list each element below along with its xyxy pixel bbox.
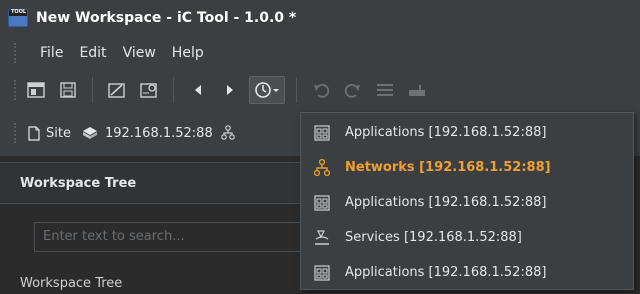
toolbar-separator: [296, 77, 297, 103]
panel-title: Workspace Tree: [20, 175, 137, 191]
window-title: New Workspace - iC Tool - 1.0.0 *: [36, 10, 297, 26]
breadcrumb-grip: [14, 123, 20, 143]
history-item-label: Applications [192.168.1.52:88]: [345, 195, 547, 210]
services-icon: [307, 229, 337, 247]
history-item-selected[interactable]: Networks [192.168.1.52:88]: [301, 150, 633, 185]
applications-icon: [307, 194, 337, 211]
history-item-label: Services [192.168.1.52:88]: [345, 230, 522, 245]
menu-bar: File Edit View Help: [0, 36, 640, 70]
toolbar-separator: [173, 77, 174, 103]
history-item-label: Applications [192.168.1.52:88]: [345, 265, 547, 280]
menu-help[interactable]: Help: [172, 45, 204, 61]
toolbar-grip: [14, 80, 20, 100]
device-box-icon: [82, 127, 97, 139]
menu-view[interactable]: View: [123, 45, 156, 61]
breadcrumb-site-label: Site: [46, 125, 71, 141]
history-item[interactable]: Applications [192.168.1.52:88]: [301, 185, 633, 220]
save-icon[interactable]: [55, 77, 81, 103]
settings-window-icon[interactable]: [136, 77, 162, 103]
title-bar: TOOL New Workspace - iC Tool - 1.0.0 *: [0, 0, 640, 36]
history-dropdown-menu: Applications [192.168.1.52:88] Networks …: [300, 112, 634, 290]
breadcrumb-device[interactable]: 192.168.1.52:88: [81, 126, 213, 141]
toolbar-separator: [92, 77, 93, 103]
menu-file[interactable]: File: [40, 45, 63, 61]
redo-icon[interactable]: [340, 77, 366, 103]
edit-chart-icon[interactable]: [104, 77, 130, 103]
history-item-label: Networks [192.168.1.52:88]: [345, 160, 551, 175]
breadcrumb-networks-icon[interactable]: [220, 125, 241, 141]
applications-icon: [307, 264, 337, 281]
panel-header: Workspace Tree: [0, 162, 310, 204]
history-item[interactable]: Applications [192.168.1.52:88]: [301, 255, 633, 290]
toolbar: [0, 70, 640, 110]
history-item-label: Applications [192.168.1.52:88]: [345, 125, 547, 140]
device-icon[interactable]: [404, 77, 430, 103]
menu-edit[interactable]: Edit: [79, 45, 106, 61]
workspace-tree-panel: Workspace Tree Enter text to search... W…: [0, 162, 310, 294]
breadcrumb-device-label: 192.168.1.52:88: [104, 125, 213, 141]
new-workspace-icon[interactable]: [23, 77, 49, 103]
app-icon: TOOL: [8, 9, 28, 27]
networks-icon: [307, 158, 337, 177]
applications-icon: [307, 124, 337, 141]
list-icon[interactable]: [372, 77, 398, 103]
search-input[interactable]: Enter text to search...: [34, 222, 304, 252]
page-icon: [28, 125, 40, 141]
forward-arrow-icon[interactable]: [217, 77, 243, 103]
history-item[interactable]: Services [192.168.1.52:88]: [301, 220, 633, 255]
history-dropdown-button[interactable]: [249, 76, 285, 104]
undo-icon[interactable]: [308, 77, 334, 103]
back-arrow-icon[interactable]: [185, 77, 211, 103]
breadcrumb-site[interactable]: Site: [28, 126, 71, 141]
workspace-tree-label: Workspace Tree: [20, 276, 123, 291]
history-item[interactable]: Applications [192.168.1.52:88]: [301, 115, 633, 150]
menubar-grip: [14, 43, 20, 63]
